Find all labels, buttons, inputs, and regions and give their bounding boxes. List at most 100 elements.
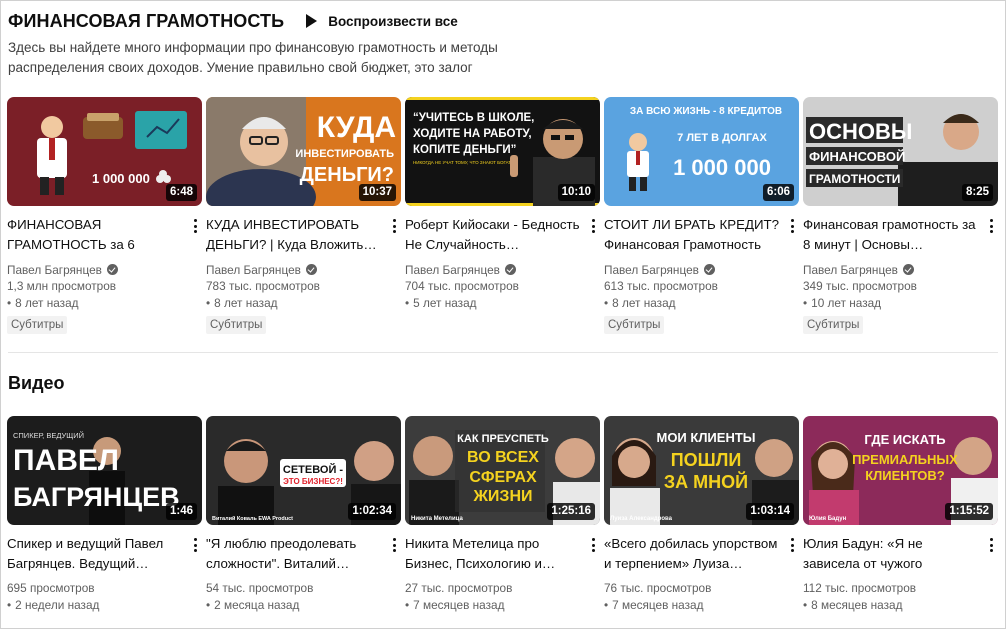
thumbnail-text: ИНВЕСТИРОВАТЬ [295, 148, 394, 160]
view-count: 613 тыс. просмотров [604, 279, 718, 293]
thumbnail-text: ГРАМОТНОСТИ [809, 172, 900, 186]
view-count: 1,3 млн просмотров [7, 279, 117, 293]
channel-name[interactable]: Павел Багрянцев [405, 261, 582, 278]
video-thumbnail[interactable]: МОИ КЛИЕНТЫ ПОШЛИ ЗА МНОЙ Луиза Александ… [604, 416, 799, 525]
thumbnail-text: 7 ЛЕТ В ДОЛГАХ [677, 132, 767, 144]
upload-age: • 2 недели назад [7, 598, 100, 612]
more-vert-icon[interactable] [389, 218, 399, 234]
duration-badge: 1:02:34 [348, 503, 396, 520]
more-vert-icon[interactable] [389, 537, 399, 553]
view-count: 112 тыс. просмотров [803, 581, 917, 595]
more-vert-icon[interactable] [190, 218, 200, 234]
thumbnail-text: ГДЕ ИСКАТЬ [864, 432, 945, 447]
video-title[interactable]: Роберт Кийосаки - Бедность Не Случайност… [405, 215, 582, 254]
more-vert-icon[interactable] [787, 537, 797, 553]
play-all-button[interactable]: Воспроизвести все [306, 14, 458, 29]
more-vert-icon[interactable] [787, 218, 797, 234]
thumbnail-text: СЕТЕВОЙ - [283, 463, 344, 476]
upload-age: • 2 месяца назад [206, 598, 300, 612]
upload-age: • 8 месяцев назад [803, 598, 903, 612]
video-card[interactable]: СЕТЕВОЙ - ЭТО БИЗНЕС?! Виталий Коваль EW… [206, 416, 401, 614]
section-divider [8, 352, 998, 353]
upload-age-label: 8 лет назад [612, 296, 676, 310]
video-title[interactable]: Юлия Бадун: «Я не зависела от чужого мне… [803, 534, 980, 573]
playlist-grid: 1 000 000 6:48 ФИНАНСОВАЯ ГРАМОТНОСТЬ за… [7, 97, 998, 334]
channel-name[interactable]: Павел Багрянцев [206, 261, 383, 278]
thumbnail-text: ВО ВСЕХ [467, 449, 539, 466]
thumbnail-text: ДЕНЬГИ? [300, 164, 394, 186]
video-thumbnail[interactable]: ОСНОВЫ ФИНАНСОВОЙ ГРАМОТНОСТИ 8:25 [803, 97, 998, 206]
thumbnail-text: КАК ПРЕУСПЕТЬ [457, 433, 549, 445]
verified-icon [504, 264, 516, 275]
view-count: 349 тыс. просмотров [803, 279, 917, 293]
upload-age-label: 8 лет назад [15, 296, 79, 310]
thumbnail-text: СПИКЕР, ВЕДУЩИЙ [13, 431, 84, 440]
channel-name[interactable]: Павел Багрянцев [7, 261, 184, 278]
channel-label: Павел Багрянцев [604, 262, 699, 277]
video-thumbnail[interactable]: ЗА ВСЮ ЖИЗНЬ - 8 КРЕДИТОВ 7 ЛЕТ В ДОЛГАХ… [604, 97, 799, 206]
upload-age: • 7 месяцев назад [604, 598, 704, 612]
subtitles-badge: Субтитры [803, 316, 864, 334]
playlist-description: Здесь вы найдете много информации про фи… [8, 40, 498, 75]
more-vert-icon[interactable] [986, 218, 996, 234]
subtitles-badge: Субтитры [206, 316, 267, 334]
video-card[interactable]: 1 000 000 6:48 ФИНАНСОВАЯ ГРАМОТНОСТЬ за… [7, 97, 202, 334]
video-thumbnail[interactable]: СЕТЕВОЙ - ЭТО БИЗНЕС?! Виталий Коваль EW… [206, 416, 401, 525]
more-vert-icon[interactable] [986, 537, 996, 553]
video-card[interactable]: “УЧИТЕСЬ В ШКОЛЕ, ХОДИТЕ НА РАБОТУ, КОПИ… [405, 97, 600, 334]
view-count: 704 тыс. просмотров [405, 279, 519, 293]
more-vert-icon[interactable] [190, 537, 200, 553]
playlist-title[interactable]: ФИНАНСОВАЯ ГРАМОТНОСТЬ [8, 11, 284, 32]
thumbnail-text: ЗА ВСЮ ЖИЗНЬ - 8 КРЕДИТОВ [630, 106, 782, 117]
duration-badge: 1:25:16 [547, 503, 595, 520]
video-title[interactable]: СТОИТ ЛИ БРАТЬ КРЕДИТ? Финансовая Грамот… [604, 215, 781, 254]
video-thumbnail[interactable]: 1 000 000 6:48 [7, 97, 202, 206]
thumbnail-text: БАГРЯНЦЕВ [13, 482, 180, 512]
video-card[interactable]: КАК ПРЕУСПЕТЬ ВО ВСЕХ СФЕРАХ ЖИЗНИ Никит… [405, 416, 600, 614]
videos-section-title[interactable]: Видео [8, 373, 65, 394]
video-title[interactable]: Никита Метелица про Бизнес, Психологию и… [405, 534, 582, 573]
video-title[interactable]: ФИНАНСОВАЯ ГРАМОТНОСТЬ за 6 минут… [7, 215, 184, 254]
video-title[interactable]: «Всего добилась упорством и терпением» Л… [604, 534, 781, 573]
video-thumbnail[interactable]: СПИКЕР, ВЕДУЩИЙ ПАВЕЛ БАГРЯНЦЕВ 1:46 [7, 416, 202, 525]
thumbnail-text: ПРЕМИАЛЬНЫХ [852, 452, 958, 467]
duration-badge: 1:46 [165, 503, 197, 520]
channel-name[interactable]: Павел Багрянцев [604, 261, 781, 278]
more-vert-icon[interactable] [588, 218, 598, 234]
duration-badge: 10:37 [358, 184, 396, 201]
video-thumbnail[interactable]: КУДА ИНВЕСТИРОВАТЬ ДЕНЬГИ? 10:37 [206, 97, 401, 206]
subtitles-badge: Субтитры [604, 316, 665, 334]
video-card[interactable]: ОСНОВЫ ФИНАНСОВОЙ ГРАМОТНОСТИ 8:25 Финан… [803, 97, 998, 334]
upload-age: • 8 лет назад [7, 296, 79, 310]
thumbnail-text: Виталий Коваль EWA Product [212, 515, 293, 522]
thumbnail-text: ПОШЛИ [671, 450, 742, 470]
video-card[interactable]: СПИКЕР, ВЕДУЩИЙ ПАВЕЛ БАГРЯНЦЕВ 1:46 Спи… [7, 416, 202, 614]
video-card[interactable]: ЗА ВСЮ ЖИЗНЬ - 8 КРЕДИТОВ 7 ЛЕТ В ДОЛГАХ… [604, 97, 799, 334]
video-card[interactable]: ГДЕ ИСКАТЬ ПРЕМИАЛЬНЫХ КЛИЕНТОВ? Юлия Ба… [803, 416, 998, 614]
thumbnail-text: ОСНОВЫ [809, 119, 912, 144]
thumbnail-text: КОПИТЕ ДЕНЬГИ” [413, 144, 516, 156]
thumbnail-text: КУДА [317, 111, 396, 144]
upload-age-label: 7 месяцев назад [413, 598, 505, 612]
verified-icon [106, 264, 118, 275]
upload-age: • 5 лет назад [405, 296, 477, 310]
video-title[interactable]: КУДА ИНВЕСТИРОВАТЬ ДЕНЬГИ? | Куда Вложит… [206, 215, 383, 254]
video-thumbnail[interactable]: КАК ПРЕУСПЕТЬ ВО ВСЕХ СФЕРАХ ЖИЗНИ Никит… [405, 416, 600, 525]
video-title[interactable]: Финансовая грамотность за 8 минут | Осно… [803, 215, 980, 254]
duration-badge: 8:25 [961, 184, 993, 201]
thumbnail-text: Никита Метелица [411, 516, 463, 522]
upload-age-label: 2 месяца назад [214, 598, 300, 612]
more-vert-icon[interactable] [588, 537, 598, 553]
thumbnail-text: “УЧИТЕСЬ В ШКОЛЕ, [413, 112, 534, 124]
video-thumbnail[interactable]: ГДЕ ИСКАТЬ ПРЕМИАЛЬНЫХ КЛИЕНТОВ? Юлия Ба… [803, 416, 998, 525]
channel-name[interactable]: Павел Багрянцев [803, 261, 980, 278]
thumbnail-text: 1 000 000 [92, 171, 150, 186]
video-card[interactable]: МОИ КЛИЕНТЫ ПОШЛИ ЗА МНОЙ Луиза Александ… [604, 416, 799, 614]
video-title[interactable]: Спикер и ведущий Павел Багрянцев. Ведущи… [7, 534, 184, 573]
video-thumbnail[interactable]: “УЧИТЕСЬ В ШКОЛЕ, ХОДИТЕ НА РАБОТУ, КОПИ… [405, 97, 600, 206]
video-card[interactable]: КУДА ИНВЕСТИРОВАТЬ ДЕНЬГИ? 10:37 КУДА ИН… [206, 97, 401, 334]
upload-age-label: 8 месяцев назад [811, 598, 903, 612]
subtitles-badge: Субтитры [7, 316, 68, 334]
video-title[interactable]: "Я люблю преодолевать сложности". Витали… [206, 534, 383, 573]
upload-age: • 10 лет назад [803, 296, 882, 310]
